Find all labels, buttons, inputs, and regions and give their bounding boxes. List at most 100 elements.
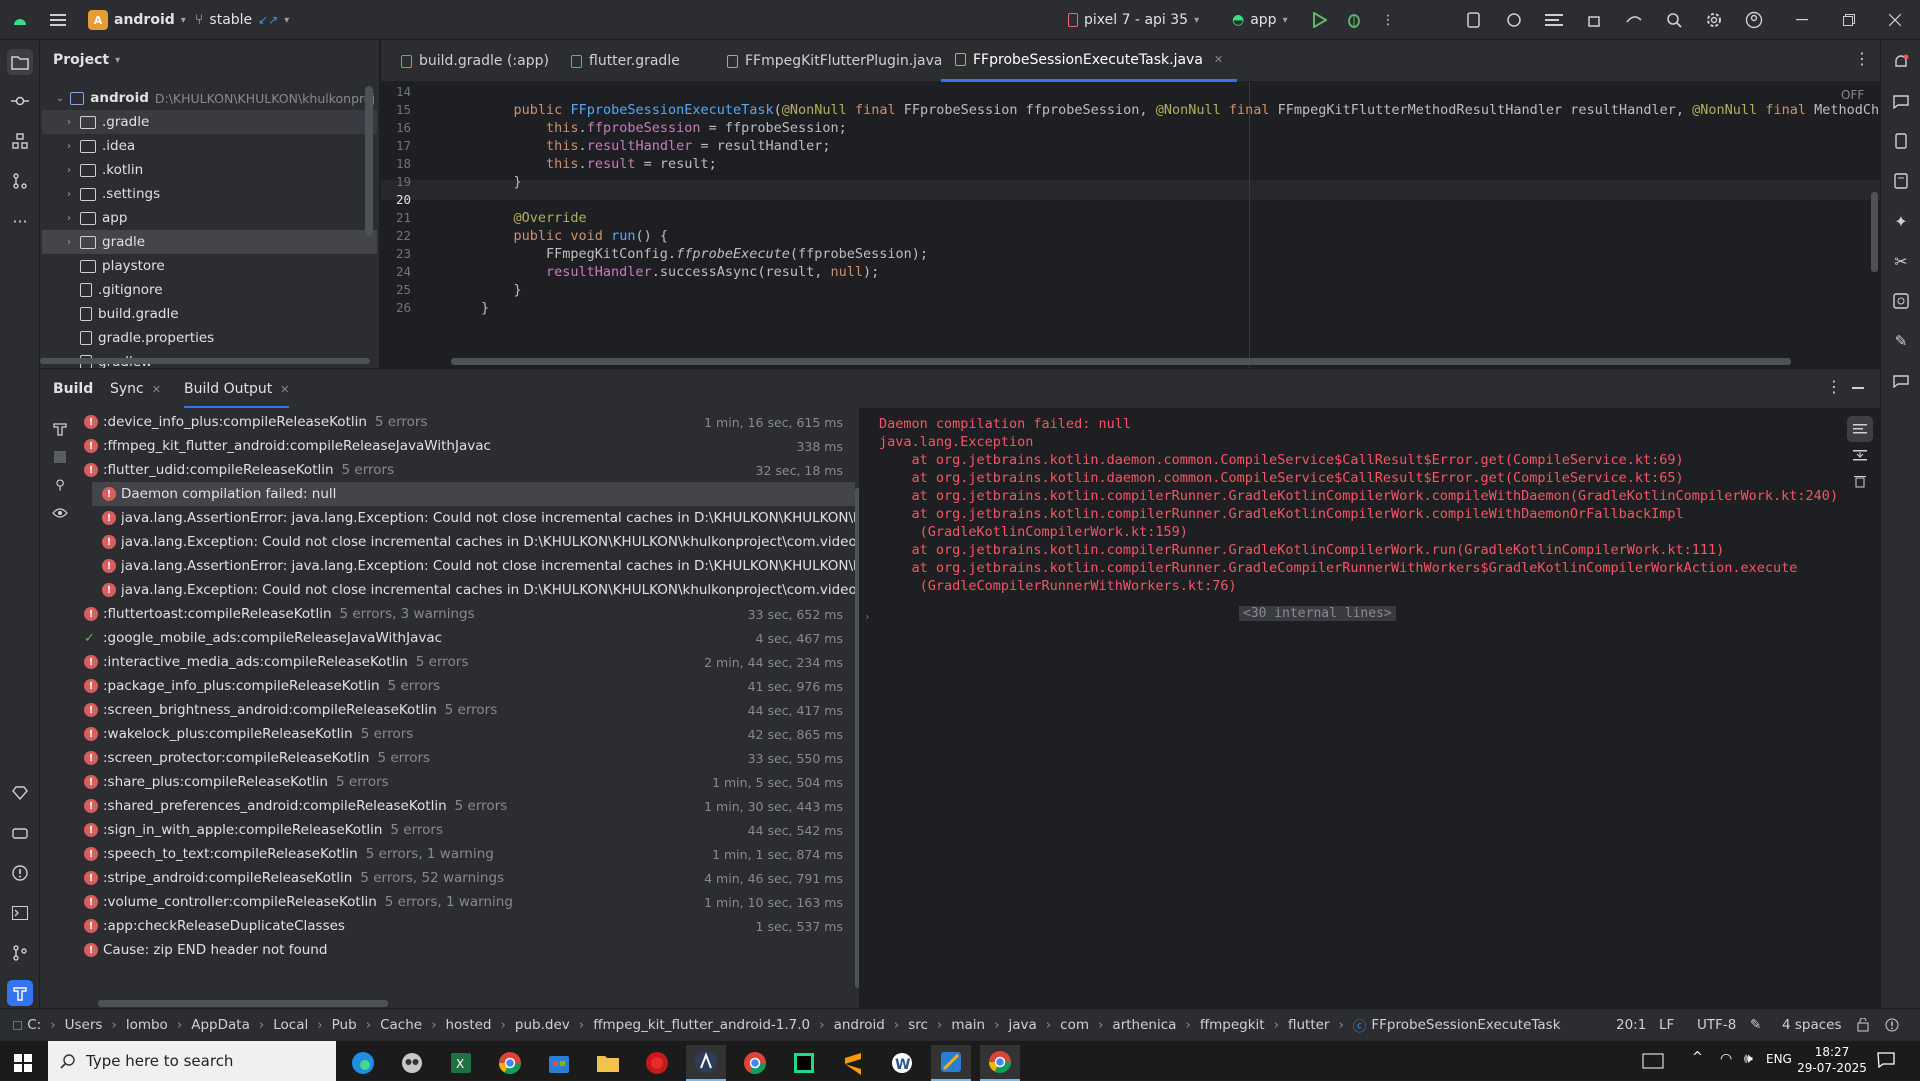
windows-start-icon[interactable] <box>3 1045 43 1081</box>
editor-horizontal-scrollbar[interactable] <box>451 358 1791 365</box>
editor-vertical-scrollbar[interactable] <box>1871 192 1878 272</box>
build-tree-row[interactable]: ! java.lang.AssertionError: java.lang.Exc… <box>80 554 855 578</box>
build-tool-hammer-icon[interactable] <box>7 980 33 1006</box>
volume-icon[interactable]: 🕪 <box>1744 1051 1753 1067</box>
clock[interactable]: 18:27 29-07-2025 <box>1797 1044 1867 1076</box>
logcat-icon[interactable] <box>7 820 33 846</box>
build-tree-row[interactable]: !:flutter_udid:compileReleaseKotlin 5 err… <box>80 458 855 482</box>
gemini-icon[interactable] <box>1502 8 1526 32</box>
build-panel-options-icon[interactable]: ⋮ <box>1826 377 1842 396</box>
tab-build-output[interactable]: Build Output ✕ <box>184 369 290 409</box>
build-tree-row[interactable]: !:fluttertoast:compileReleaseKotlin 5 err… <box>80 602 855 626</box>
project-scrollbar[interactable] <box>365 86 373 236</box>
sublime-icon[interactable] <box>833 1045 873 1081</box>
build-tree-row[interactable]: !:speech_to_text:compileReleaseKotlin 5 e… <box>80 842 855 866</box>
settings-gear-icon[interactable] <box>1702 8 1726 32</box>
breadcrumb-item[interactable]: com <box>1060 1017 1089 1033</box>
build-tree-row[interactable]: !:screen_brightness_android:compileRelea… <box>80 698 855 722</box>
chrome-profile-icon[interactable] <box>735 1045 775 1081</box>
chrome-icon[interactable] <box>490 1045 530 1081</box>
build-tree-row[interactable]: ! Daemon compilation failed: null <box>92 482 855 506</box>
project-tree-item[interactable]: playstore <box>42 254 377 278</box>
project-tree-item[interactable]: › .kotlin <box>42 158 377 182</box>
breadcrumb-item[interactable]: lombo <box>126 1017 168 1033</box>
readonly-lock-icon[interactable] <box>1856 1018 1870 1032</box>
inlay-hints-status[interactable]: OFF <box>1841 88 1864 102</box>
build-tree-row[interactable]: !:volume_controller:compileReleaseKotlin… <box>80 890 855 914</box>
device-explorer-icon[interactable] <box>1888 128 1914 154</box>
pycharm-icon[interactable] <box>784 1045 824 1081</box>
version-control-icon[interactable] <box>7 940 33 966</box>
search-icon[interactable] <box>1662 8 1686 32</box>
breadcrumb-item[interactable]: java <box>1008 1017 1036 1033</box>
structure-icon[interactable] <box>7 128 33 154</box>
editor-tab[interactable]: FFmpegKitFlutterPlugin.java <box>713 40 957 82</box>
gem-icon[interactable] <box>7 780 33 806</box>
debug-icon[interactable] <box>1342 8 1366 32</box>
build-tree-row[interactable]: ! java.lang.AssertionError: java.lang.Exc… <box>80 506 855 530</box>
build-tree-row[interactable]: ✓:google_mobile_ads:compileReleaseJavaWi… <box>80 626 855 650</box>
stop-icon[interactable] <box>47 444 73 470</box>
run-icon[interactable] <box>1308 8 1332 32</box>
project-selector[interactable]: A android ▾ <box>88 0 186 40</box>
project-tree-item[interactable]: build.gradle <box>42 302 377 326</box>
show-hidden-icons-chevron-icon[interactable]: ^ <box>1692 1050 1703 1065</box>
sync-gradle-icon[interactable] <box>1622 8 1646 32</box>
breadcrumb-item[interactable]: Users <box>65 1017 103 1033</box>
keyboard-layout-icon[interactable] <box>1642 1053 1664 1069</box>
problems-icon[interactable] <box>7 860 33 886</box>
project-tree-item[interactable]: .gitignore <box>42 278 377 302</box>
breadcrumb-item[interactable]: flutter <box>1288 1017 1330 1033</box>
close-tab-icon[interactable]: ✕ <box>280 380 289 396</box>
tab-sync[interactable]: Sync ✕ <box>110 369 161 409</box>
breadcrumb-item[interactable]: src <box>908 1017 928 1033</box>
problems-status-icon[interactable] <box>1885 1018 1899 1032</box>
owl-app-icon[interactable] <box>392 1045 432 1081</box>
breadcrumb-item[interactable]: Pub <box>332 1017 357 1033</box>
build-tree-row[interactable]: ! java.lang.Exception: Could not close in… <box>80 530 855 554</box>
breadcrumb-item[interactable]: android <box>834 1017 885 1033</box>
editor-tab[interactable]: FFprobeSessionExecuteTask.java ✕ <box>941 40 1238 82</box>
project-tree-item[interactable]: › .idea <box>42 134 377 158</box>
close-tab-icon[interactable]: ✕ <box>1214 53 1223 66</box>
device-selector[interactable]: pixel 7 - api 35 ▾ <box>1068 0 1199 40</box>
file-explorer-icon[interactable] <box>588 1045 628 1081</box>
device-manager-icon[interactable] <box>1462 8 1486 32</box>
scroll-to-end-icon[interactable] <box>1847 442 1873 468</box>
project-view-selector[interactable]: Project ▾ <box>53 40 120 80</box>
breadcrumb-item[interactable]: ◻ C: <box>12 1017 41 1033</box>
build-tree-row[interactable]: !:interactive_media_ads:compileReleaseKo… <box>80 650 855 674</box>
breadcrumb-item[interactable]: hosted <box>445 1017 491 1033</box>
breadcrumb-item[interactable]: arthenica <box>1112 1017 1176 1033</box>
file-encoding[interactable]: UTF-8 <box>1697 1009 1736 1041</box>
project-tree-item[interactable]: › gradle <box>42 230 377 254</box>
code-editor[interactable]: 14 15 16 17 18 19 20 21 22 23 24 25 26 public FFprob… <box>381 82 1880 368</box>
breadcrumb-item[interactable]: ffmpeg_kit_flutter_android-1.7.0 <box>593 1017 810 1033</box>
flutter-inspector-icon[interactable]: ✂ <box>1888 248 1914 274</box>
project-tree-item[interactable]: gradle.properties <box>42 326 377 350</box>
taskbar-search-box[interactable]: Type here to search <box>48 1041 336 1081</box>
commit-icon[interactable] <box>7 88 33 114</box>
input-language[interactable]: ENG <box>1766 1052 1792 1066</box>
tree-vertical-scrollbar[interactable] <box>855 488 859 988</box>
running-devices-icon[interactable] <box>1888 168 1914 194</box>
build-tree-row[interactable]: ! java.lang.Exception: Could not close in… <box>80 578 855 602</box>
project-tool-folder-icon[interactable] <box>7 49 33 75</box>
project-tree-item[interactable]: › .settings <box>42 182 377 206</box>
ai-sparkle-icon[interactable]: ✦ <box>1888 208 1914 234</box>
paint-app-icon[interactable] <box>931 1045 971 1081</box>
clear-trash-icon[interactable] <box>1847 468 1873 494</box>
indent-setting[interactable]: 4 spaces <box>1782 1009 1842 1041</box>
more-tool-windows-icon[interactable]: ··· <box>7 208 33 234</box>
project-tree-item[interactable]: › .gradle <box>42 110 377 134</box>
tab-build[interactable]: Build <box>53 369 93 409</box>
breadcrumb-item[interactable]: ffmpegkit <box>1200 1017 1265 1033</box>
breadcrumb-item[interactable]: Local <box>273 1017 308 1033</box>
fold-expand-icon[interactable]: › <box>865 610 869 623</box>
minimize-icon[interactable] <box>1790 8 1814 32</box>
plugin-icon[interactable] <box>1582 8 1606 32</box>
tree-root[interactable]: ⌄ android D:\KHULKON\KHULKON\khulkonproj <box>40 86 375 110</box>
pull-requests-icon[interactable] <box>7 168 33 194</box>
screen-recorder-icon[interactable] <box>637 1045 677 1081</box>
excel-icon[interactable]: X <box>441 1045 481 1081</box>
